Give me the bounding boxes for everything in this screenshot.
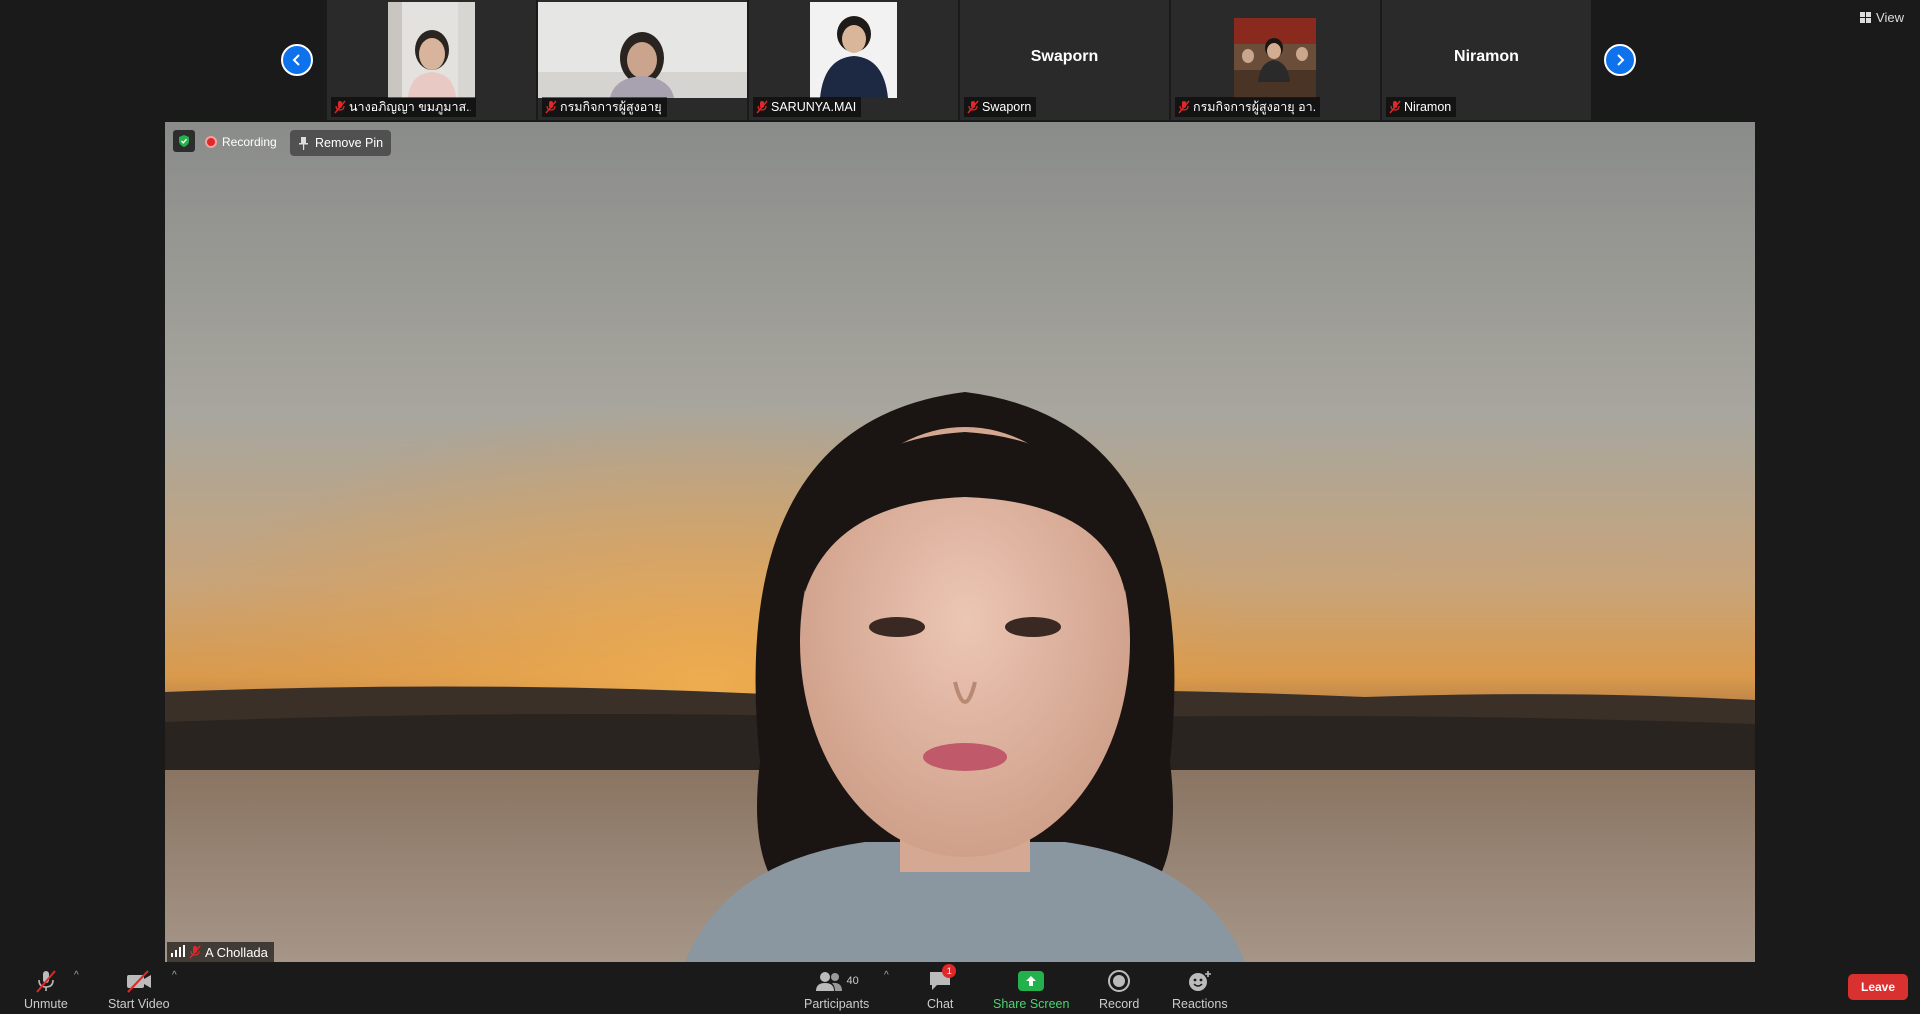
participant-center-name: Niramon bbox=[1454, 48, 1519, 65]
participants-button[interactable]: 40 Participants bbox=[804, 968, 869, 1011]
previous-page-button[interactable] bbox=[281, 44, 313, 76]
participant-name: นางอภิญญา ขมภูมาส... bbox=[349, 100, 471, 114]
participant-name-tag: Niramon bbox=[1386, 97, 1457, 117]
chat-unread-badge: 1 bbox=[942, 964, 957, 978]
participant-name-tag: กรมกิจการผู้สูงอายุ อา... bbox=[1175, 97, 1320, 117]
chat-button[interactable]: 1 Chat bbox=[927, 964, 957, 1011]
participant-thumbnails: นางอภิญญา ขมภูมาส... กรมกิจการผู้สูงอายุ… bbox=[327, 0, 1591, 120]
participant-tile[interactable]: Niramon Niramon bbox=[1382, 0, 1591, 120]
recording-dot-icon bbox=[205, 136, 217, 148]
participant-name-tag: นางอภิญญา ขมภูมาส... bbox=[331, 97, 476, 117]
participants-options-caret[interactable]: ^ bbox=[884, 970, 889, 981]
mic-muted-icon bbox=[967, 100, 979, 114]
start-video-button[interactable]: Start Video bbox=[108, 968, 170, 1011]
participant-strip: นางอภิญญา ขมภูมาส... กรมกิจการผู้สูงอายุ… bbox=[0, 0, 1920, 120]
mic-muted-icon bbox=[189, 945, 201, 959]
participant-tile[interactable]: Swaporn Swaporn bbox=[960, 0, 1169, 120]
participant-tile[interactable]: SARUNYA.MAI bbox=[749, 0, 958, 120]
chevron-left-icon bbox=[292, 54, 300, 66]
main-speaker-video: Recording Remove Pin A Chollada bbox=[165, 122, 1755, 962]
remove-pin-button[interactable]: Remove Pin bbox=[290, 130, 392, 156]
participant-name: กรมกิจการผู้สูงอายุ อา... bbox=[1193, 100, 1315, 114]
reactions-label: Reactions bbox=[1172, 997, 1228, 1011]
share-screen-label: Share Screen bbox=[993, 997, 1070, 1011]
participant-name: SARUNYA.MAI bbox=[771, 100, 857, 114]
participant-video bbox=[1234, 18, 1316, 98]
participant-video bbox=[538, 2, 747, 98]
participant-video bbox=[388, 2, 475, 98]
participants-icon bbox=[815, 972, 842, 991]
chat-label: Chat bbox=[927, 997, 954, 1011]
recording-label: Recording bbox=[222, 135, 277, 149]
reactions-smiley-icon bbox=[1188, 971, 1211, 991]
participants-label: Participants bbox=[804, 997, 870, 1011]
participant-center-name: Swaporn bbox=[1030, 48, 1099, 65]
unmute-label: Unmute bbox=[24, 997, 68, 1011]
mic-muted-icon bbox=[1178, 100, 1190, 114]
participant-tile[interactable]: นางอภิญญา ขมภูมาส... bbox=[327, 0, 536, 120]
participant-name-tag: กรมกิจการผู้สูงอายุ bbox=[542, 97, 667, 117]
record-icon bbox=[1108, 970, 1131, 992]
zoom-meeting-window: นางอภิญญา ขมภูมาส... กรมกิจการผู้สูงอายุ… bbox=[0, 0, 1920, 1014]
video-off-icon bbox=[126, 970, 151, 993]
record-label: Record bbox=[1099, 997, 1140, 1011]
leave-button[interactable]: Leave bbox=[1848, 974, 1908, 1000]
unmute-button[interactable]: Unmute bbox=[24, 968, 68, 1011]
remove-pin-label: Remove Pin bbox=[315, 136, 384, 150]
participant-name: Swaporn bbox=[982, 100, 1032, 114]
video-options-caret[interactable]: ^ bbox=[172, 970, 177, 981]
security-shield-icon[interactable] bbox=[173, 130, 195, 152]
speaker-video-feed bbox=[165, 122, 1755, 962]
start-video-label: Start Video bbox=[108, 997, 170, 1011]
speaker-name: A Chollada bbox=[205, 944, 268, 960]
participant-name: Niramon bbox=[1404, 100, 1452, 114]
mic-muted-icon bbox=[756, 100, 768, 114]
grid-view-icon bbox=[1860, 12, 1872, 23]
share-screen-button[interactable]: Share Screen bbox=[993, 968, 1069, 1011]
participant-tile[interactable]: กรมกิจการผู้สูงอายุ อา... bbox=[1171, 0, 1380, 120]
meeting-toolbar: Unmute ^ Start Video ^ 40 Participants ^… bbox=[0, 962, 1920, 1014]
participant-video bbox=[810, 2, 897, 98]
view-button[interactable]: View bbox=[1860, 10, 1904, 25]
signal-strength-icon bbox=[171, 944, 185, 960]
participant-name-tag: SARUNYA.MAI bbox=[753, 97, 862, 117]
microphone-muted-icon bbox=[36, 970, 56, 993]
share-screen-icon bbox=[1018, 971, 1045, 991]
next-page-button[interactable] bbox=[1604, 44, 1636, 76]
participant-name-tag: Swaporn bbox=[964, 97, 1037, 117]
view-label: View bbox=[1876, 10, 1904, 25]
chevron-right-icon bbox=[1617, 54, 1625, 66]
recording-indicator: Recording bbox=[205, 132, 277, 152]
audio-options-caret[interactable]: ^ bbox=[74, 970, 79, 981]
pin-icon bbox=[299, 136, 308, 150]
participants-count: 40 bbox=[846, 975, 859, 987]
reactions-button[interactable]: Reactions bbox=[1172, 968, 1228, 1011]
speaker-name-tag: A Chollada bbox=[167, 942, 274, 962]
record-button[interactable]: Record bbox=[1099, 968, 1139, 1011]
mic-muted-icon bbox=[334, 100, 346, 114]
mic-muted-icon bbox=[545, 100, 557, 114]
participant-tile[interactable]: กรมกิจการผู้สูงอายุ bbox=[538, 0, 747, 120]
mic-muted-icon bbox=[1389, 100, 1401, 114]
participant-name: กรมกิจการผู้สูงอายุ bbox=[560, 100, 662, 114]
